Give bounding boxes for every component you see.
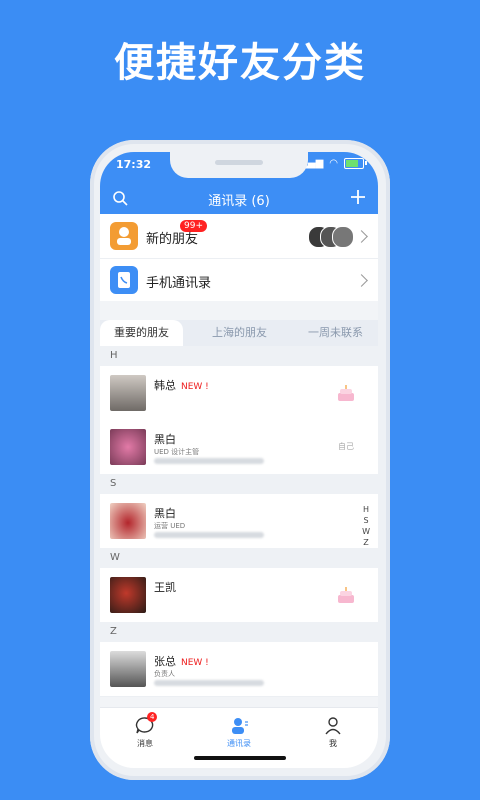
new-tag: NEW ! [181,658,209,668]
tab-label: 通讯录 [227,739,251,748]
tab-week-no-contact[interactable]: 一周未联系 [308,320,363,346]
contact-name: 韩总 [154,379,176,392]
phone-book-icon [110,266,138,294]
section-header-w: W [100,548,378,568]
tab-shanghai-friends[interactable]: 上海的朋友 [212,320,267,346]
new-friend-icon [110,222,138,250]
contact-name: 张总 [154,655,176,668]
promo-headline: 便捷好友分类 [114,40,366,86]
tab-important-friends[interactable]: 重要的朋友 [100,320,183,346]
contact-role: 负责人 [154,670,175,678]
battery-icon [344,158,367,169]
phone-contacts-row[interactable]: 手机通讯录 [100,259,378,301]
chevron-right-icon [355,230,368,243]
user-icon [325,717,341,735]
contact-detail-blurred [154,458,264,464]
bottom-tab-bar: 4 消息 通讯录 我 [100,707,378,768]
contact-name: 黑白 [154,507,176,520]
messages-badge: 4 [147,712,158,722]
tab-label: 消息 [137,739,153,748]
new-tag: NEW ! [181,382,209,392]
avatar [110,651,146,687]
avatar [110,503,146,539]
contacts-icon [232,718,248,734]
chevron-right-icon [355,274,368,287]
section-header-s: S [100,474,378,494]
phone-contacts-label: 手机通讯录 [146,276,212,291]
contact-row[interactable]: 韩总 NEW ! [100,366,378,421]
group-tabs: 重要的朋友 上海的朋友 一周未联系 [100,320,378,346]
birthday-cake-icon [338,587,354,603]
tab-messages[interactable]: 4 消息 [115,712,175,749]
avatar [110,429,146,465]
new-friends-label: 新的朋友 [146,232,199,247]
contact-name: 黑白 [154,433,176,446]
contact-role: 运营 UED [154,522,186,530]
notch [170,152,308,178]
contact-row[interactable]: 黑白 运营 UED [100,494,378,549]
index-letter[interactable]: H [362,504,370,515]
status-icons: ▂▄▆ ◠ [300,158,367,169]
tab-me[interactable]: 我 [303,716,363,749]
index-letter[interactable]: Z [362,537,370,548]
contact-row[interactable]: 黑白 UED 设计主管 自己 [100,420,378,475]
phone-screen: 17:32 ▂▄▆ ◠ 通讯录 (6) 99+ 新的朋友 手机通讯录 重要的朋友… [100,152,378,768]
wifi-icon: ◠ [329,158,338,169]
add-icon[interactable] [350,189,366,205]
tab-label: 我 [329,739,337,748]
page-title: 通讯录 (6) [208,194,270,209]
phone-frame: 17:32 ▂▄▆ ◠ 通讯录 (6) 99+ 新的朋友 手机通讯录 重要的朋友… [90,140,390,780]
avatar [110,375,146,411]
contact-detail-blurred [154,532,264,538]
tab-contacts[interactable]: 通讯录 [209,716,269,749]
section-header-h: H [100,346,378,366]
contact-row[interactable]: 张总 NEW ! 负责人 [100,642,378,697]
new-friends-row[interactable]: 99+ 新的朋友 [100,214,378,259]
avatar [110,577,146,613]
contact-name: 王凯 [154,581,176,594]
self-tag: 自己 [338,442,354,451]
contact-row[interactable]: 王凯 [100,568,378,623]
index-letter[interactable]: W [362,526,370,537]
section-header-z: Z [100,622,378,642]
alphabet-index[interactable]: H S W Z [362,504,370,548]
birthday-cake-icon [338,385,354,401]
home-indicator [194,756,286,760]
index-letter[interactable]: S [362,515,370,526]
contact-role: UED 设计主管 [154,448,200,456]
status-time: 17:32 [116,158,152,171]
friend-avatars-stack [308,226,354,248]
contact-detail-blurred [154,680,264,686]
